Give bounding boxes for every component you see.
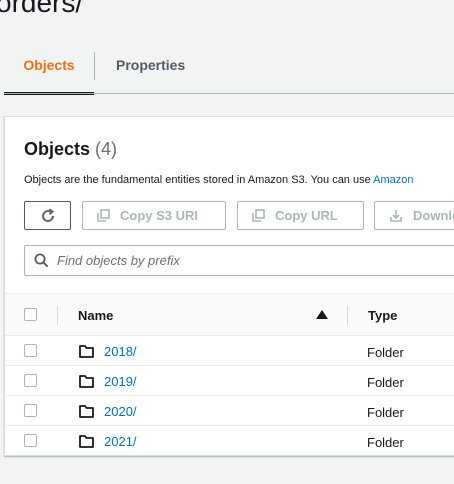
folder-icon <box>79 405 94 418</box>
copy-icon <box>97 209 110 222</box>
row-checkbox[interactable] <box>24 374 37 387</box>
tab-divider <box>94 52 95 80</box>
table-row: 2019/ Folder <box>5 366 454 396</box>
search-input[interactable] <box>57 253 437 268</box>
tabs-underline <box>4 93 454 94</box>
table-row: 2020/ Folder <box>5 396 454 426</box>
objects-description-text: Objects are the fundamental entities sto… <box>24 174 374 186</box>
refresh-button[interactable] <box>24 201 71 230</box>
folder-icon <box>79 375 94 388</box>
table-header: Name Type <box>5 293 454 336</box>
column-divider <box>347 306 348 325</box>
tab-bar: Objects Properties <box>4 50 454 95</box>
column-header-name[interactable]: Name <box>78 308 113 323</box>
search-field[interactable] <box>24 245 454 276</box>
row-checkbox[interactable] <box>24 344 37 357</box>
copy-s3-uri-button[interactable]: Copy S3 URI <box>82 201 226 230</box>
row-type: Folder <box>367 405 404 420</box>
table-row: 2021/ Folder <box>5 426 454 456</box>
copy-icon <box>252 209 265 222</box>
refresh-icon <box>41 207 54 222</box>
row-type: Folder <box>367 435 404 450</box>
objects-description: Objects are the fundamental entities sto… <box>24 174 414 186</box>
table-row: 2018/ Folder <box>5 336 454 366</box>
folder-icon <box>79 435 94 448</box>
download-button[interactable]: Download <box>374 201 454 230</box>
search-icon <box>34 253 49 268</box>
folder-link[interactable]: 2019/ <box>104 374 137 389</box>
row-checkbox[interactable] <box>24 434 37 447</box>
column-header-type[interactable]: Type <box>368 308 397 323</box>
column-divider <box>57 306 58 325</box>
row-checkbox[interactable] <box>24 404 37 417</box>
row-type: Folder <box>367 345 404 360</box>
objects-panel: Objects (4) Objects are the fundamental … <box>4 116 454 456</box>
row-type: Folder <box>367 375 404 390</box>
select-all-checkbox[interactable] <box>24 308 37 321</box>
folder-link[interactable]: 2020/ <box>104 404 137 419</box>
tab-properties[interactable]: Properties <box>104 50 196 94</box>
objects-panel-title: Objects (4) <box>24 139 117 160</box>
copy-s3-uri-label: Copy S3 URI <box>120 208 199 223</box>
sort-ascending-icon[interactable] <box>316 310 328 319</box>
folder-icon <box>79 345 94 358</box>
download-icon <box>390 209 402 222</box>
page-title: orders/ <box>0 0 84 18</box>
tab-objects[interactable]: Objects <box>4 50 94 95</box>
download-label: Download <box>413 208 454 223</box>
objects-count: (4) <box>95 139 118 159</box>
folder-link[interactable]: 2018/ <box>104 344 137 359</box>
folder-link[interactable]: 2021/ <box>104 434 137 449</box>
copy-url-button[interactable]: Copy URL <box>237 201 364 230</box>
objects-table-body: 2018/ Folder 2019/ Folder 2020/ Folder 2… <box>5 336 454 456</box>
amazon-link[interactable]: Amazon <box>373 174 413 186</box>
copy-url-label: Copy URL <box>275 208 338 223</box>
objects-title-text: Objects <box>24 139 91 159</box>
